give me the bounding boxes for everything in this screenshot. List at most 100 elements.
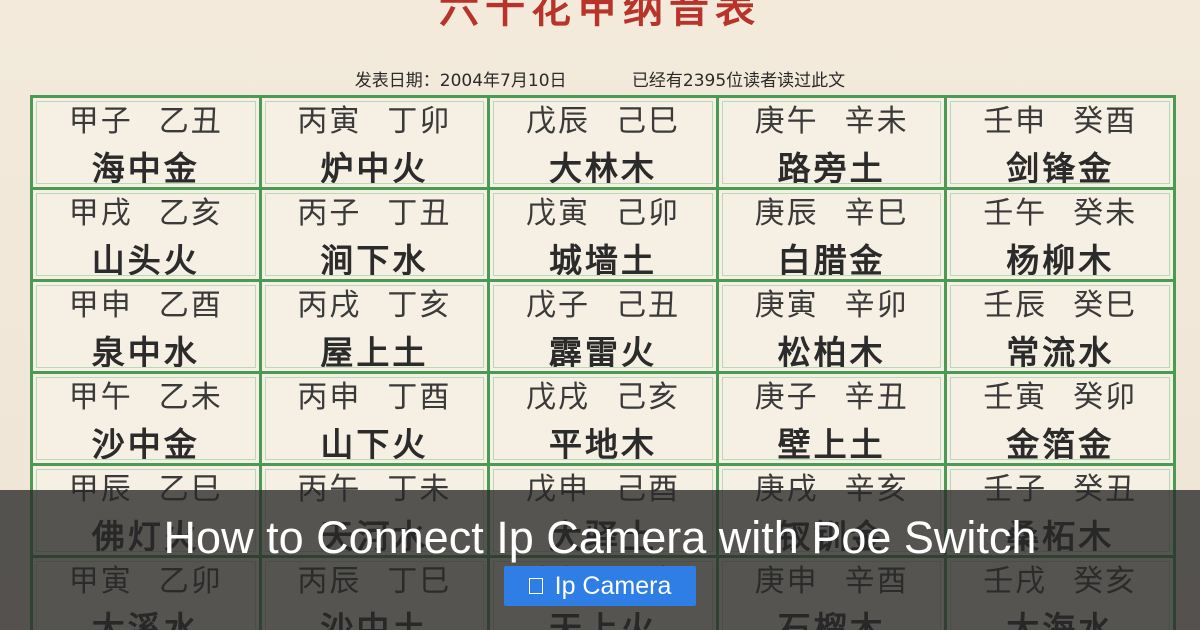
- ganzhi-label: 戊子: [525, 287, 590, 323]
- ganzhi-pair: 戊寅 己卯: [526, 188, 680, 232]
- article-headline[interactable]: How to Connect Ip Camera with Poe Switch: [0, 512, 1200, 564]
- ganzhi-label: 丁亥: [387, 287, 452, 323]
- ganzhi-label: 丙寅: [297, 103, 362, 139]
- table-cell: 壬寅 癸卯金箔金: [947, 372, 1173, 464]
- table-cell: 甲申 乙酉泉中水: [33, 280, 259, 372]
- nayin-label: 炉中火: [320, 148, 429, 188]
- folder-icon: [528, 578, 543, 594]
- nayin-label: 金箔金: [1006, 424, 1115, 464]
- ganzhi-pair: 甲戌 乙亥: [69, 188, 223, 232]
- ganzhi-label: 辛卯: [844, 287, 909, 323]
- ganzhi-label: 己亥: [615, 379, 680, 415]
- ganzhi-label: 甲午: [68, 379, 133, 415]
- table-cell: 庚子 辛丑壁上土: [718, 374, 945, 464]
- nayin-label: 路旁土: [777, 148, 886, 188]
- nayin-label: 常流水: [1006, 332, 1115, 372]
- table-cell: 戊子 己丑霹雷火: [490, 280, 716, 372]
- table-cell: 庚辰 辛巳白腊金: [718, 188, 945, 280]
- ganzhi-label: 己卯: [615, 195, 680, 231]
- ganzhi-pair: 戊戌 己亥: [526, 372, 680, 416]
- nayin-label: 霹雷火: [548, 332, 657, 372]
- ganzhi-pair: 壬寅 癸卯: [983, 372, 1137, 416]
- ganzhi-label: 乙未: [158, 379, 223, 415]
- ganzhi-label: 甲戌: [68, 195, 133, 231]
- table-cell: 壬午 癸未杨柳木: [947, 188, 1173, 280]
- table-cell: 丙戌 丁亥屋上土: [261, 280, 488, 372]
- category-tag-label: Ip Camera: [554, 571, 672, 600]
- document-title: 六十花甲纳音表: [439, 0, 761, 32]
- ganzhi-label: 庚寅: [754, 287, 819, 323]
- nayin-label: 大林木: [548, 148, 657, 188]
- ganzhi-pair: 戊子 己丑: [526, 280, 680, 324]
- ganzhi-label: 丁酉: [387, 379, 452, 415]
- table-cell: 甲子 乙丑 海中金: [33, 96, 259, 188]
- ganzhi-pair: 甲申 乙酉: [69, 280, 223, 324]
- ganzhi-label: 庚子: [754, 379, 819, 415]
- document-meta: 发表日期：2004年7月10日 已经有2395位读者读过此文: [0, 66, 1200, 91]
- table-cell: 壬辰 癸巳常流水: [947, 282, 1173, 372]
- ganzhi-label: 丙申: [297, 379, 362, 415]
- ganzhi-label: 丁卯: [387, 103, 452, 139]
- ganzhi-pair: 戊辰 己巳: [526, 96, 680, 140]
- nayin-label: 山头火: [91, 240, 200, 280]
- ganzhi-label: 戊戌: [525, 379, 590, 415]
- nayin-label: 平地木: [548, 424, 657, 464]
- ganzhi-pair: 甲子 乙丑: [69, 96, 223, 140]
- nayin-label: 屋上土: [320, 332, 429, 372]
- table-cell: 丙子 丁丑涧下水: [261, 188, 488, 280]
- ganzhi-label: 辛丑: [844, 379, 909, 415]
- table-cell: 庚寅 辛卯 松柏木: [718, 280, 945, 372]
- nayin-label: 白腊金: [777, 240, 886, 280]
- ganzhi-pair: 丙子 丁丑: [297, 188, 451, 232]
- nayin-label: 杨柳木: [1006, 240, 1115, 280]
- ganzhi-label: 甲申: [68, 287, 133, 323]
- ganzhi-label: 己丑: [615, 287, 680, 323]
- ganzhi-pair: 丙寅 丁卯: [297, 96, 451, 140]
- publish-date: 发表日期：2004年7月10日: [354, 71, 567, 91]
- ganzhi-pair: 壬午 癸未: [983, 188, 1137, 232]
- table-cell: 丙申 丁酉山下火: [261, 372, 488, 464]
- ganzhi-label: 癸卯: [1073, 379, 1138, 415]
- ganzhi-pair: 庚寅 辛卯: [755, 280, 909, 324]
- nayin-label: 沙中金: [91, 424, 200, 464]
- ganzhi-label: 丙戌: [297, 287, 362, 323]
- table-cell: 丙寅 丁卯炉中火: [261, 96, 488, 188]
- ganzhi-label: 壬申: [983, 103, 1048, 139]
- ganzhi-label: 壬寅: [983, 379, 1048, 415]
- ganzhi-label: 癸巳: [1073, 287, 1138, 323]
- table-cell: 戊辰 己巳大林木: [490, 96, 716, 188]
- ganzhi-label: 癸未: [1073, 195, 1138, 231]
- table-cell: 戊戌 己亥平地木: [490, 372, 716, 464]
- ganzhi-label: 甲子: [68, 103, 133, 139]
- table-cell: 甲午 乙未沙中金: [33, 372, 259, 464]
- nayin-label: 城墙土: [548, 240, 657, 280]
- nayin-label: 泉中水: [91, 332, 200, 372]
- ganzhi-pair: 庚辰 辛巳: [755, 188, 909, 232]
- ganzhi-label: 戊辰: [525, 103, 590, 139]
- ganzhi-label: 丁丑: [387, 195, 452, 231]
- ganzhi-label: 乙酉: [158, 287, 223, 323]
- ganzhi-pair: 甲午 乙未: [69, 372, 223, 416]
- ganzhi-label: 戊寅: [525, 195, 590, 231]
- table-cell: 庚午 辛未 路旁土: [718, 96, 945, 188]
- table-cell: 戊寅 己卯城墙土: [490, 188, 716, 280]
- ganzhi-pair: 丙戌 丁亥: [297, 280, 451, 324]
- ganzhi-label: 丙子: [297, 195, 362, 231]
- nayin-label: 山下火: [320, 424, 429, 464]
- ganzhi-label: 癸酉: [1073, 103, 1138, 139]
- ganzhi-label: 庚辰: [754, 195, 819, 231]
- ganzhi-label: 辛巳: [844, 195, 909, 231]
- table-cell: 壬申 癸酉 剑锋金: [947, 96, 1173, 188]
- nayin-label: 涧下水: [320, 240, 429, 280]
- table-cell: 甲戌 乙亥山头火: [33, 188, 259, 280]
- ganzhi-pair: 丙申 丁酉: [297, 372, 451, 416]
- ganzhi-label: 乙丑: [158, 103, 223, 139]
- ganzhi-label: 壬辰: [983, 287, 1048, 323]
- ganzhi-pair: 壬申 癸酉: [983, 96, 1137, 140]
- ganzhi-pair: 庚午 辛未: [755, 96, 909, 140]
- nayin-label: 壁上土: [777, 424, 886, 464]
- ganzhi-label: 己巳: [615, 103, 680, 139]
- ganzhi-label: 庚午: [754, 103, 819, 139]
- category-tag[interactable]: Ip Camera: [504, 566, 696, 606]
- ganzhi-label: 乙亥: [158, 195, 223, 231]
